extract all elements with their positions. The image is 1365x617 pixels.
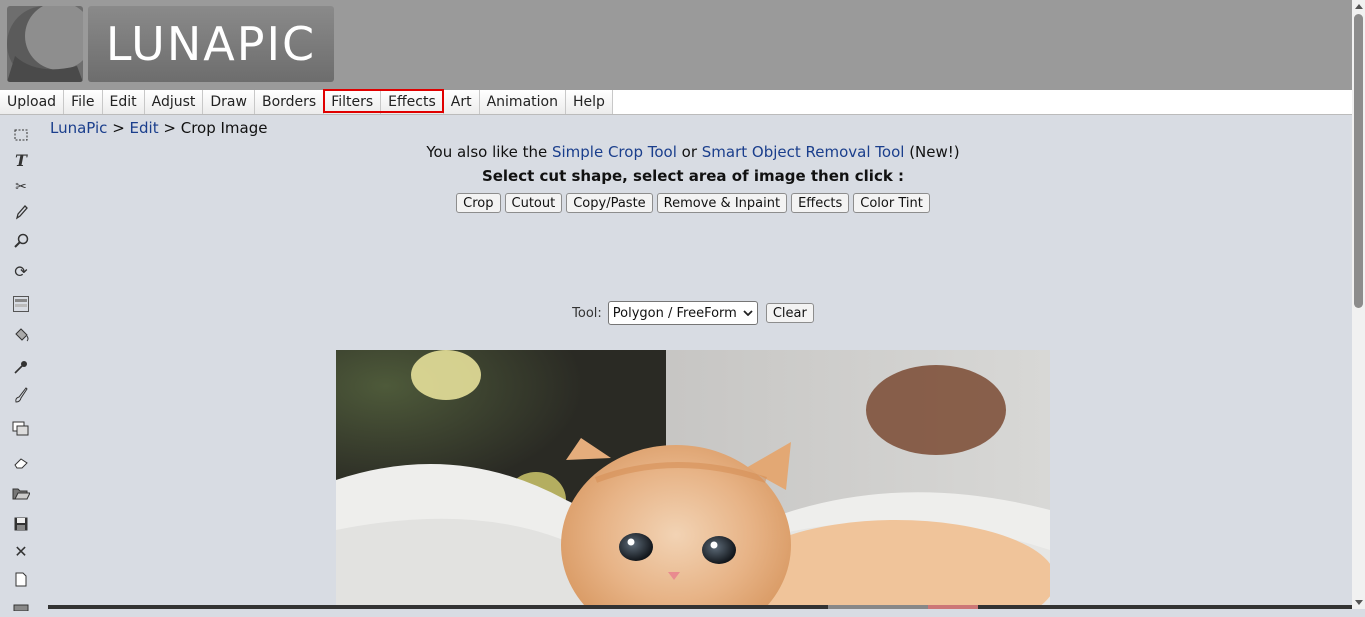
filters-effects-highlight-box bbox=[323, 89, 444, 113]
menu-borders[interactable]: Borders bbox=[254, 90, 325, 114]
lunapic-logo-wordmark[interactable]: LUNAPIC bbox=[88, 6, 334, 82]
lunapic-logo-icon[interactable] bbox=[7, 6, 83, 82]
menu-draw[interactable]: Draw bbox=[203, 90, 255, 114]
breadcrumb-edit-link[interactable]: Edit bbox=[130, 119, 159, 137]
intro-line: You also like the Simple Crop Tool or Sm… bbox=[44, 143, 1342, 161]
tool-label: Tool: bbox=[572, 305, 602, 321]
layers-icon[interactable] bbox=[11, 418, 31, 438]
pencil-icon[interactable] bbox=[11, 202, 31, 222]
crop-button[interactable]: Crop bbox=[456, 193, 501, 213]
intro-prefix: You also like the bbox=[426, 143, 552, 161]
close-icon[interactable]: ✕ bbox=[11, 541, 31, 561]
simple-crop-tool-link[interactable]: Simple Crop Tool bbox=[552, 143, 677, 161]
vertical-scrollbar[interactable] bbox=[1352, 0, 1365, 609]
print-icon[interactable] bbox=[11, 597, 31, 617]
cutout-button[interactable]: Cutout bbox=[504, 193, 563, 213]
color-tint-button[interactable]: Color Tint bbox=[853, 193, 930, 213]
tool-sidebar: T ✂ ⟳ ✕ bbox=[0, 115, 44, 611]
zoom-icon[interactable] bbox=[11, 231, 31, 251]
menu-file[interactable]: File bbox=[64, 90, 103, 114]
instruction-text: Select cut shape, select area of image t… bbox=[481, 167, 905, 185]
scroll-down-arrow-icon[interactable] bbox=[1355, 600, 1363, 605]
clear-button[interactable]: Clear bbox=[765, 303, 814, 323]
breadcrumb: LunaPic > Edit > Crop Image bbox=[50, 119, 267, 137]
eraser-icon[interactable] bbox=[11, 453, 31, 473]
paint-bucket-icon[interactable] bbox=[11, 325, 31, 345]
rotate-icon[interactable]: ⟳ bbox=[11, 261, 31, 281]
tool-select-value: Polygon / FreeForm bbox=[612, 305, 737, 321]
smart-object-removal-link[interactable]: Smart Object Removal Tool bbox=[702, 143, 905, 161]
tool-selector-row: Tool: Polygon / FreeForm Clear bbox=[44, 301, 1342, 325]
editable-image-kitten[interactable] bbox=[336, 350, 1050, 609]
intro-mid: or bbox=[676, 143, 702, 161]
intro-suffix: (New!) bbox=[904, 143, 960, 161]
tool-select[interactable]: Polygon / FreeForm bbox=[607, 301, 758, 325]
breadcrumb-home-link[interactable]: LunaPic bbox=[50, 119, 107, 137]
menu-animation[interactable]: Animation bbox=[479, 90, 566, 114]
menu-upload[interactable]: Upload bbox=[0, 90, 65, 114]
menu-art[interactable]: Art bbox=[443, 90, 480, 114]
breadcrumb-separator: > bbox=[158, 119, 181, 137]
brush-icon[interactable] bbox=[11, 385, 31, 405]
open-folder-icon[interactable] bbox=[11, 484, 31, 504]
text-icon[interactable]: T bbox=[11, 150, 31, 170]
scrollbar-thumb[interactable] bbox=[1354, 14, 1363, 308]
gradient-icon[interactable] bbox=[11, 294, 31, 314]
scroll-up-arrow-icon[interactable] bbox=[1355, 4, 1363, 9]
breadcrumb-separator: > bbox=[107, 119, 130, 137]
breadcrumb-current: Crop Image bbox=[180, 119, 268, 137]
scissors-icon[interactable]: ✂ bbox=[11, 177, 31, 197]
bottom-dark-strip bbox=[48, 605, 1352, 609]
select-rect-icon[interactable] bbox=[11, 125, 31, 145]
copy-paste-button[interactable]: Copy/Paste bbox=[566, 193, 653, 213]
menu-edit[interactable]: Edit bbox=[102, 90, 145, 114]
main-menu: Upload File Edit Adjust Draw Borders Fil… bbox=[0, 90, 1352, 115]
remove-inpaint-button[interactable]: Remove & Inpaint bbox=[656, 193, 788, 213]
menu-adjust[interactable]: Adjust bbox=[144, 90, 204, 114]
new-page-icon[interactable] bbox=[11, 569, 31, 589]
eyedropper-icon[interactable] bbox=[11, 357, 31, 377]
action-button-row: Crop Cutout Copy/Paste Remove & Inpaint … bbox=[44, 193, 1342, 213]
site-header: LUNAPIC bbox=[0, 0, 1352, 90]
effects-button[interactable]: Effects bbox=[791, 193, 850, 213]
chevron-down-icon bbox=[743, 310, 753, 316]
menu-help[interactable]: Help bbox=[565, 90, 613, 114]
save-icon[interactable] bbox=[11, 514, 31, 534]
